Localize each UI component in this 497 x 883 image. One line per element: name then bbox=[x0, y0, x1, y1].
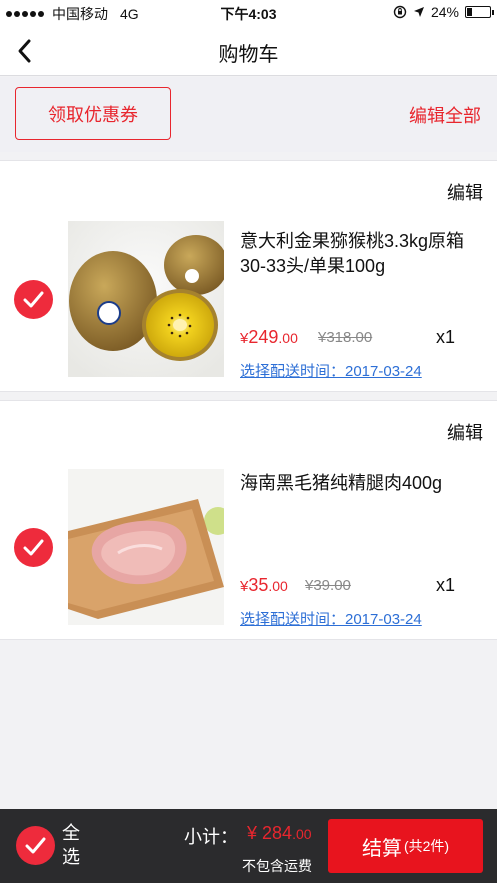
select-all-label[interactable]: 全选 bbox=[62, 821, 84, 869]
status-right: 24% bbox=[393, 4, 494, 20]
item-quantity: x1 bbox=[436, 327, 456, 347]
shipping-note: 不包含运费 bbox=[242, 858, 312, 874]
checkout-footer: 全选 小计： ¥ 284.00 不包含运费 结算 (共2件) bbox=[0, 809, 497, 883]
subtotal-currency: ¥ bbox=[247, 823, 258, 843]
delivery-time-link[interactable]: 选择配送时间：2017-03-24 bbox=[240, 360, 422, 381]
edit-item-button[interactable]: 编辑 bbox=[447, 179, 483, 205]
page-title: 购物车 bbox=[218, 44, 279, 66]
subtotal-label: 小计： bbox=[184, 827, 238, 847]
battery-icon bbox=[465, 6, 494, 18]
delivery-time-link[interactable]: 选择配送时间：2017-03-24 bbox=[240, 608, 422, 629]
rotation-lock-icon bbox=[393, 5, 407, 19]
subtotal-integer: 284 bbox=[262, 823, 293, 843]
checkout-button[interactable]: 结算 (共2件) bbox=[328, 819, 483, 873]
cart-item: 编辑 海南黑毛猪纯精腿肉400g ¥35.00 ¥39.00 x1 选择配送时间… bbox=[0, 400, 497, 640]
subtotal-amount: ¥ 284.00 bbox=[247, 823, 312, 844]
check-icon bbox=[25, 837, 46, 854]
item-name[interactable]: 意大利金果猕猴桃3.3kg原箱30-33头/单果100g bbox=[240, 229, 480, 279]
item-quantity: x1 bbox=[436, 575, 456, 595]
cart-item: 编辑 意大利金果猕猴桃3.3kg原箱30-33头/单果100g ¥249.00 … bbox=[0, 160, 497, 392]
checkout-label: 结算 bbox=[361, 837, 402, 860]
item-checkbox[interactable] bbox=[14, 528, 53, 567]
item-name[interactable]: 海南黑毛猪纯精腿肉400g bbox=[240, 471, 480, 496]
price-integer: 35 bbox=[248, 575, 269, 595]
item-checkbox[interactable] bbox=[14, 280, 53, 319]
check-icon bbox=[23, 539, 44, 556]
coupon-bar: 领取优惠券 编辑全部 bbox=[0, 77, 497, 152]
check-icon bbox=[23, 291, 44, 308]
edit-item-button[interactable]: 编辑 bbox=[447, 419, 483, 445]
get-coupon-button[interactable]: 领取优惠券 bbox=[15, 87, 171, 140]
subtotal-decimal: .00 bbox=[292, 826, 312, 842]
select-all-checkbox[interactable] bbox=[16, 826, 55, 865]
checkout-count: (共2件) bbox=[403, 838, 450, 854]
item-original-price: ¥39.00 bbox=[305, 577, 351, 594]
item-price: ¥249.00 bbox=[240, 327, 298, 348]
status-bar: 中国移动 4G 下午4:03 24% bbox=[0, 0, 497, 26]
location-arrow-icon bbox=[413, 7, 424, 17]
kiwi-fruit-image[interactable] bbox=[68, 221, 224, 377]
edit-all-button[interactable]: 编辑全部 bbox=[409, 102, 481, 128]
battery-percent: 24% bbox=[430, 4, 459, 20]
price-integer: 249 bbox=[248, 327, 279, 347]
item-price: ¥35.00 bbox=[240, 575, 288, 596]
item-original-price: ¥318.00 bbox=[318, 329, 373, 346]
nav-bar: 购物车 bbox=[0, 26, 497, 76]
pork-leg-image[interactable] bbox=[68, 469, 224, 625]
price-decimal: .00 bbox=[278, 330, 298, 346]
price-decimal: .00 bbox=[268, 578, 288, 594]
